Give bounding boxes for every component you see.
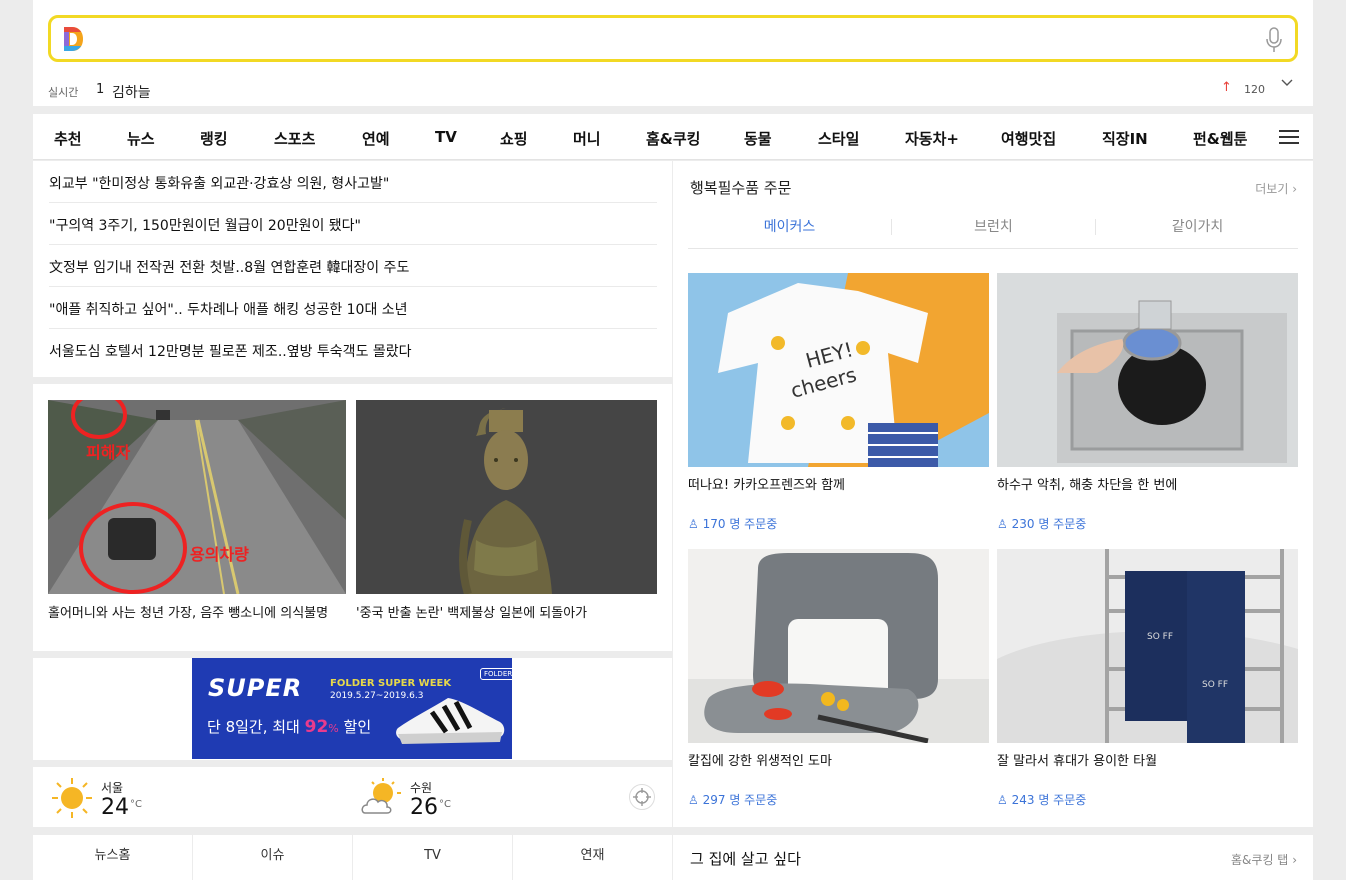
weather-widget: 서울 24 °C 수원 26 °C: [33, 767, 672, 827]
chevron-down-icon[interactable]: [1280, 76, 1294, 90]
sun-icon: [52, 778, 92, 818]
headline-link[interactable]: "애플 취직하고 싶어".. 두차례나 애플 해킹 성공한 10대 소년: [49, 287, 657, 329]
ad-logo-text: SUPER: [208, 674, 303, 702]
photo-news: 피해자 용의차량 홀어머니와 사는 청년 가장, 음주 뺑소니에 의식불명 '중…: [33, 384, 672, 651]
search-header: 실시간 1 김하늘 ↑ 120: [33, 0, 1313, 106]
tab-issue[interactable]: 이슈: [193, 835, 353, 880]
overlay-suspect-car-label: 용의차량: [190, 545, 249, 564]
nav-item-home-cooking[interactable]: 홈&쿠킹: [646, 128, 700, 149]
headline-link[interactable]: 서울도심 호텔서 12만명분 필로폰 제조..옆방 투숙객도 몰랐다: [49, 329, 657, 371]
order-count: ♙ 297 명 주문중: [688, 793, 778, 807]
photo-news-card[interactable]: 피해자 용의차량 홀어머니와 사는 청년 가장, 음주 뺑소니에 의식불명: [48, 400, 346, 621]
home-cooking-tab-link[interactable]: 홈&쿠킹 탭 ›: [1231, 851, 1297, 868]
weather-unit: °C: [130, 799, 142, 810]
person-icon: ♙: [688, 793, 699, 807]
nav-item-ranking[interactable]: 랭킹: [200, 128, 228, 149]
weather-city[interactable]: 서울: [101, 779, 123, 796]
towel-image[interactable]: SO FF SO FF: [997, 549, 1298, 743]
news-headlines: 외교부 "한미정상 통화유출 외교관·강효상 의원, 형사고발" "구의역 3주…: [33, 161, 672, 377]
headline-link[interactable]: 외교부 "한미정상 통화유출 외교관·강효상 의원, 형사고발": [49, 161, 657, 203]
daum-logo-icon[interactable]: [61, 26, 85, 52]
sneaker-icon: [396, 698, 505, 744]
headline-link[interactable]: "구의역 3주기, 150만원이던 월급이 20만원이 됐다": [49, 203, 657, 245]
microphone-icon[interactable]: [1265, 27, 1283, 53]
kakao-tshirt-image[interactable]: HEY! cheers: [688, 273, 989, 467]
tab-brunch[interactable]: 브런치: [892, 207, 1095, 248]
nav-item-style[interactable]: 스타일: [818, 128, 859, 149]
nav-item-fun-webtoon[interactable]: 펀&웹툰: [1193, 128, 1247, 149]
towel-brand-text: SO FF: [1202, 680, 1228, 690]
tab-series[interactable]: 연재: [513, 835, 672, 880]
order-count: ♙ 170 명 주문중: [688, 517, 778, 531]
search-input[interactable]: [95, 22, 1245, 55]
nav-item-sports[interactable]: 스포츠: [274, 128, 315, 149]
shopping-tabs: 메이커스 브런치 같이가치: [688, 207, 1298, 249]
shopping-panel: 행복필수품 주문 더보기 › 메이커스 브런치 같이가치 HEY! cheers: [673, 161, 1313, 827]
nav-item-car[interactable]: 자동차+: [905, 128, 959, 149]
ad-brand-badge: FOLDER: [480, 668, 512, 680]
product-card[interactable]: 하수구 악취, 해충 차단을 한 번에 ♙ 230 명 주문중: [997, 273, 1298, 532]
tab-news-home[interactable]: 뉴스홈: [33, 835, 193, 880]
product-title[interactable]: 떠나요! 카카오프렌즈와 함께: [688, 474, 989, 493]
product-card[interactable]: HEY! cheers 떠나요! 카카오프렌즈와 함께 ♙ 170 명 주문중: [688, 273, 989, 532]
tab-tv[interactable]: TV: [353, 835, 513, 880]
order-count: ♙ 230 명 주문중: [997, 517, 1087, 531]
realtime-keyword[interactable]: 김하늘: [112, 82, 151, 102]
category-nav: 추천 뉴스 랭킹 스포츠 연예 TV 쇼핑 머니 홈&쿠킹 동물 스타일 자동차…: [33, 114, 1313, 160]
shopping-title: 행복필수품 주문: [690, 179, 792, 197]
product-title[interactable]: 칼집에 강한 위생적인 도마: [688, 750, 989, 769]
overlay-victim-label: 피해자: [86, 443, 130, 462]
search-bar[interactable]: [48, 15, 1298, 62]
weather-temperature: 26: [410, 795, 438, 820]
cutting-board-image[interactable]: [688, 549, 989, 743]
photo-caption[interactable]: 홀어머니와 사는 청년 가장, 음주 뺑소니에 의식불명: [48, 602, 346, 621]
daum-portal: 실시간 1 김하늘 ↑ 120 추천 뉴스 랭킹 스포츠 연예 TV 쇼핑 머니…: [0, 0, 1346, 880]
person-icon: ♙: [997, 517, 1008, 531]
product-title[interactable]: 잘 말라서 휴대가 용이한 타월: [997, 750, 1298, 769]
weather-city[interactable]: 수원: [410, 779, 432, 796]
more-link[interactable]: 더보기 ›: [1255, 180, 1297, 197]
nav-item-animals[interactable]: 동물: [744, 128, 772, 149]
buddha-statue-image[interactable]: [356, 400, 657, 594]
section-title: 그 집에 살고 싶다: [690, 850, 801, 868]
news-subtabs: 뉴스홈 이슈 TV 연재: [33, 835, 672, 880]
product-card[interactable]: SO FF SO FF 잘 말라서 휴대가 용이한 타월 ♙ 243 명 주문중: [997, 549, 1298, 808]
nav-item-money[interactable]: 머니: [573, 128, 601, 149]
weather-unit: °C: [439, 799, 451, 810]
tab-makers[interactable]: 메이커스: [688, 207, 891, 248]
product-title[interactable]: 하수구 악취, 해충 차단을 한 번에: [997, 474, 1298, 493]
photo-caption[interactable]: '중국 반출 논란' 백제불상 일본에 되돌아가: [356, 602, 657, 621]
ad-copy: 단 8일간, 최대 92% 할인: [207, 717, 372, 737]
location-crosshair-icon[interactable]: [629, 784, 655, 810]
order-count: ♙ 243 명 주문중: [997, 793, 1087, 807]
nav-item-work[interactable]: 직장IN: [1102, 128, 1148, 149]
drain-trap-image[interactable]: [997, 273, 1298, 467]
headline-link[interactable]: 文정부 임기내 전작권 전환 첫발..8월 연합훈련 韓대장이 주도: [49, 245, 657, 287]
weather-temperature: 24: [101, 795, 129, 820]
ad-banner[interactable]: SUPER FOLDER SUPER WEEK 2019.5.27~2019.6…: [192, 658, 512, 759]
partly-cloudy-icon: [361, 778, 401, 814]
tab-together-value[interactable]: 같이가치: [1096, 207, 1299, 248]
realtime-rank: 1: [96, 82, 105, 97]
person-icon: ♙: [688, 517, 699, 531]
nav-item-shopping[interactable]: 쇼핑: [500, 128, 528, 149]
towel-brand-text: SO FF: [1147, 632, 1173, 642]
nav-item-recommend[interactable]: 추천: [54, 128, 82, 149]
nav-item-news[interactable]: 뉴스: [127, 128, 155, 149]
nav-item-travel-food[interactable]: 여행맛집: [1001, 128, 1056, 149]
chevron-right-icon: ›: [1292, 182, 1297, 196]
cctv-road-image[interactable]: 피해자 용의차량: [48, 400, 346, 594]
rank-up-arrow-icon: ↑: [1221, 80, 1232, 95]
chevron-right-icon: ›: [1292, 853, 1297, 867]
hamburger-menu-icon[interactable]: [1279, 130, 1299, 145]
realtime-change-count: 120: [1244, 83, 1265, 96]
nav-item-tv[interactable]: TV: [435, 128, 457, 146]
person-icon: ♙: [997, 793, 1008, 807]
photo-news-card[interactable]: '중국 반출 논란' 백제불상 일본에 되돌아가: [356, 400, 657, 621]
nav-item-entertainment[interactable]: 연예: [362, 128, 390, 149]
realtime-label: 실시간: [48, 86, 79, 99]
ad-area: SUPER FOLDER SUPER WEEK 2019.5.27~2019.6…: [33, 658, 672, 760]
house-section: 그 집에 살고 싶다 홈&쿠킹 탭 ›: [673, 835, 1313, 880]
product-card[interactable]: 칼집에 강한 위생적인 도마 ♙ 297 명 주문중: [688, 549, 989, 808]
